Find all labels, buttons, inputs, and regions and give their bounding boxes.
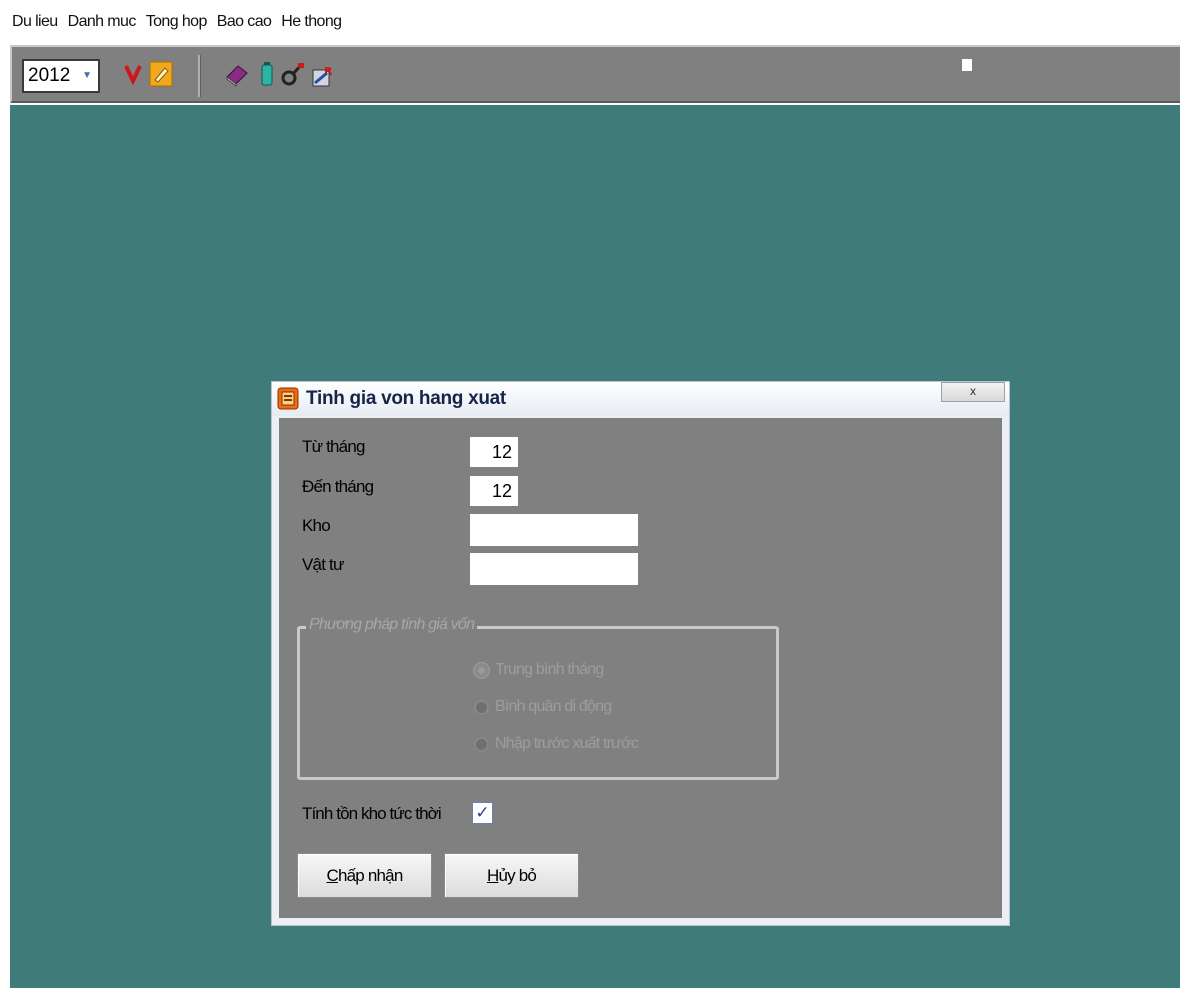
from-month-input[interactable]: [470, 437, 518, 467]
dialog-window: Tinh gia von hang xuat x Từ tháng Đến th…: [271, 381, 1010, 926]
checkmark-icon: ✓: [475, 803, 490, 822]
from-month-label: Từ tháng: [302, 437, 365, 456]
costing-method-group-title: Phương pháp tính giá vốn: [306, 616, 478, 634]
dialog-body: Từ tháng Đến tháng Kho Vật tư Phương phá…: [279, 418, 1002, 918]
window-restore-icon[interactable]: [962, 59, 972, 71]
accept-button[interactable]: Chấp nhận: [297, 853, 432, 898]
to-month-label: Đến tháng: [302, 477, 374, 496]
year-select[interactable]: 2012 ▼: [22, 59, 100, 93]
radio-label: Bình quân di động: [495, 698, 612, 715]
menu-he-thong[interactable]: He thong: [276, 13, 346, 31]
menu-bar: Du lieu Danh muc Tong hop Bao cao He tho…: [0, 0, 1180, 44]
year-select-value: 2012: [28, 65, 71, 86]
menu-danh-muc[interactable]: Danh muc: [63, 13, 141, 31]
material-input[interactable]: [470, 553, 638, 585]
radio-label: Nhập trước xuất trước: [495, 735, 639, 752]
tool-icon[interactable]: [280, 61, 306, 89]
radio-fifo[interactable]: Nhập trước xuất trước: [474, 732, 639, 756]
battery-icon[interactable]: [254, 61, 280, 89]
radio-moving-average[interactable]: Bình quân di động: [474, 695, 612, 719]
cancel-label: ủy bỏ: [498, 865, 537, 885]
dialog-title: Tinh gia von hang xuat: [306, 388, 506, 409]
report-icon[interactable]: R: [310, 61, 336, 89]
accept-label: hấp nhận: [337, 865, 403, 885]
warehouse-input[interactable]: [470, 514, 638, 546]
costing-method-group: Phương pháp tính giá vốn Trung bình thán…: [297, 616, 779, 780]
close-button[interactable]: x: [941, 382, 1005, 402]
radio-label: Trung bình tháng: [495, 661, 604, 678]
radio-button[interactable]: [474, 699, 489, 715]
menu-du-lieu[interactable]: Du lieu: [7, 13, 63, 31]
material-label: Vật tư: [302, 555, 344, 574]
toolbar: 2012 ▼ R: [10, 45, 1180, 103]
edit-icon[interactable]: [148, 61, 174, 89]
dialog-titlebar[interactable]: Tinh gia von hang xuat x: [272, 382, 1009, 416]
cancel-mnemonic: H: [486, 865, 499, 885]
book-icon[interactable]: [224, 61, 250, 89]
radio-monthly-average[interactable]: Trung bình tháng: [474, 658, 604, 682]
close-icon: x: [970, 384, 976, 398]
accept-mnemonic: C: [326, 865, 339, 885]
warehouse-label: Kho: [302, 516, 331, 535]
radio-button-selected[interactable]: [474, 662, 489, 678]
menu-bao-cao[interactable]: Bao cao: [212, 13, 277, 31]
to-month-input[interactable]: [470, 476, 518, 506]
chevron-down-icon: ▼: [82, 70, 92, 81]
cancel-button[interactable]: Hủy bỏ: [444, 853, 579, 898]
instant-stock-label: Tính tồn kho tức thời: [302, 804, 442, 823]
app-icon: [277, 386, 299, 410]
instant-stock-checkbox[interactable]: ✓: [472, 802, 493, 824]
v-icon[interactable]: [120, 61, 146, 89]
toolbar-separator: [198, 55, 201, 97]
radio-button[interactable]: [474, 736, 489, 752]
menu-tong-hop[interactable]: Tong hop: [141, 13, 212, 31]
